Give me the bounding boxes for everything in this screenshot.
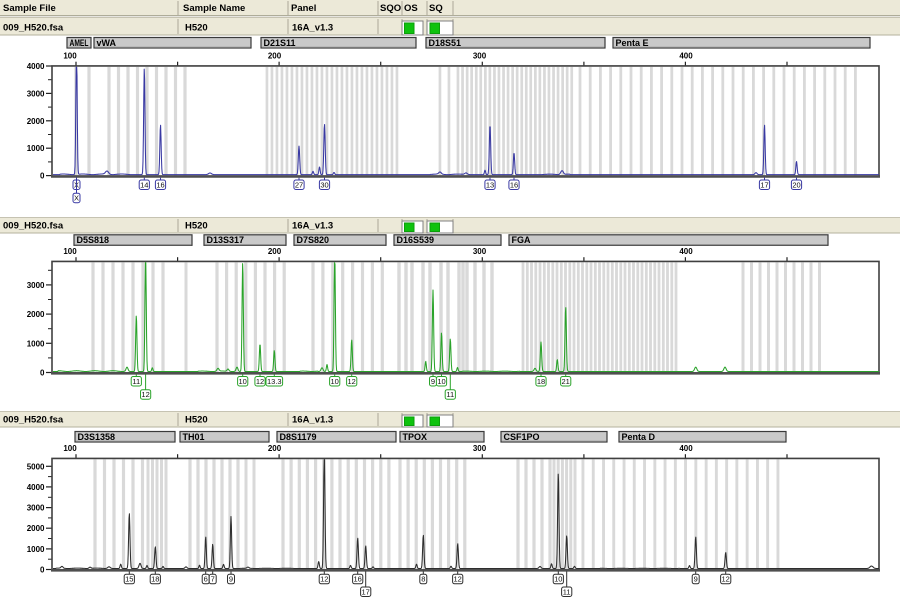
- svg-text:16A_v1.3: 16A_v1.3: [292, 221, 333, 232]
- svg-text:20: 20: [792, 180, 800, 189]
- svg-text:200: 200: [268, 247, 282, 256]
- svg-text:30: 30: [320, 180, 328, 189]
- svg-text:SQ: SQ: [429, 3, 443, 14]
- svg-text:300: 300: [473, 51, 487, 60]
- svg-text:17: 17: [362, 587, 370, 596]
- svg-text:AMEL: AMEL: [70, 38, 89, 48]
- svg-text:H520: H520: [185, 221, 208, 232]
- svg-text:4000: 4000: [27, 483, 45, 492]
- svg-text:2000: 2000: [27, 524, 45, 533]
- svg-text:Penta E: Penta E: [616, 38, 649, 48]
- svg-text:3000: 3000: [27, 504, 45, 513]
- svg-text:21: 21: [562, 377, 570, 386]
- svg-text:Panel: Panel: [291, 3, 316, 14]
- svg-text:3000: 3000: [27, 89, 45, 98]
- svg-text:11: 11: [563, 587, 571, 596]
- svg-text:D16S539: D16S539: [397, 235, 435, 245]
- svg-text:D5S818: D5S818: [77, 235, 110, 245]
- svg-text:100: 100: [63, 247, 77, 256]
- svg-text:4000: 4000: [27, 62, 45, 71]
- svg-text:1000: 1000: [27, 545, 45, 554]
- svg-text:300: 300: [473, 444, 487, 453]
- svg-text:6: 6: [204, 575, 208, 584]
- svg-text:H520: H520: [185, 415, 208, 426]
- svg-text:SQO: SQO: [380, 3, 401, 14]
- svg-text:CSF1PO: CSF1PO: [504, 432, 540, 442]
- svg-text:16: 16: [510, 180, 518, 189]
- svg-text:vWA: vWA: [97, 38, 117, 48]
- svg-text:009_H520.fsa: 009_H520.fsa: [3, 415, 64, 426]
- svg-text:D13S317: D13S317: [207, 235, 245, 245]
- svg-text:0: 0: [40, 369, 45, 378]
- svg-text:12: 12: [141, 390, 149, 399]
- svg-text:1000: 1000: [27, 144, 45, 153]
- svg-text:10: 10: [239, 377, 247, 386]
- svg-text:X: X: [74, 194, 79, 203]
- svg-text:0: 0: [40, 172, 45, 181]
- svg-text:12: 12: [348, 377, 356, 386]
- svg-text:7: 7: [211, 575, 215, 584]
- svg-text:100: 100: [63, 51, 77, 60]
- svg-text:5000: 5000: [27, 462, 45, 471]
- svg-text:16A_v1.3: 16A_v1.3: [292, 23, 333, 34]
- svg-text:12: 12: [454, 575, 462, 584]
- svg-text:D18S51: D18S51: [429, 38, 462, 48]
- svg-text:OS: OS: [404, 3, 418, 14]
- svg-text:10: 10: [331, 377, 339, 386]
- svg-text:200: 200: [268, 51, 282, 60]
- svg-text:12: 12: [320, 575, 328, 584]
- svg-text:16: 16: [156, 180, 164, 189]
- svg-text:D3S1358: D3S1358: [78, 432, 116, 442]
- svg-text:8: 8: [421, 575, 425, 584]
- svg-text:400: 400: [679, 444, 693, 453]
- svg-text:Sample File: Sample File: [3, 3, 56, 14]
- svg-text:18: 18: [537, 377, 545, 386]
- svg-text:FGA: FGA: [512, 235, 531, 245]
- svg-text:13: 13: [486, 180, 494, 189]
- svg-text:200: 200: [268, 444, 282, 453]
- svg-text:14: 14: [140, 180, 148, 189]
- svg-text:009_H520.fsa: 009_H520.fsa: [3, 221, 64, 232]
- svg-text:18: 18: [151, 575, 159, 584]
- svg-text:9: 9: [694, 575, 698, 584]
- svg-text:400: 400: [679, 247, 693, 256]
- svg-text:D21S11: D21S11: [264, 38, 296, 48]
- svg-text:300: 300: [473, 247, 487, 256]
- svg-text:D7S820: D7S820: [297, 235, 330, 245]
- svg-text:Sample Name: Sample Name: [183, 3, 245, 14]
- svg-text:1000: 1000: [27, 339, 45, 348]
- svg-text:12: 12: [722, 575, 730, 584]
- svg-text:TH01: TH01: [183, 432, 205, 442]
- svg-text:100: 100: [63, 444, 77, 453]
- svg-text:009_H520.fsa: 009_H520.fsa: [3, 23, 64, 34]
- svg-text:16: 16: [354, 575, 362, 584]
- svg-text:0: 0: [40, 566, 45, 575]
- svg-text:9: 9: [431, 377, 435, 386]
- svg-text:27: 27: [295, 180, 303, 189]
- svg-text:400: 400: [679, 51, 693, 60]
- svg-text:H520: H520: [185, 23, 208, 34]
- svg-text:12: 12: [256, 377, 264, 386]
- svg-text:2000: 2000: [27, 310, 45, 319]
- svg-text:TPOX: TPOX: [403, 432, 428, 442]
- svg-text:17: 17: [760, 180, 768, 189]
- svg-text:D8S1179: D8S1179: [280, 432, 317, 442]
- svg-text:11: 11: [132, 377, 140, 386]
- svg-text:9: 9: [229, 575, 233, 584]
- svg-text:2000: 2000: [27, 117, 45, 126]
- svg-text:15: 15: [125, 575, 133, 584]
- svg-text:13.3: 13.3: [267, 377, 282, 386]
- svg-text:10: 10: [554, 575, 562, 584]
- svg-text:3000: 3000: [27, 281, 45, 290]
- svg-text:Penta D: Penta D: [622, 432, 656, 442]
- svg-text:11: 11: [446, 390, 454, 399]
- svg-text:16A_v1.3: 16A_v1.3: [292, 415, 333, 426]
- svg-text:10: 10: [437, 377, 445, 386]
